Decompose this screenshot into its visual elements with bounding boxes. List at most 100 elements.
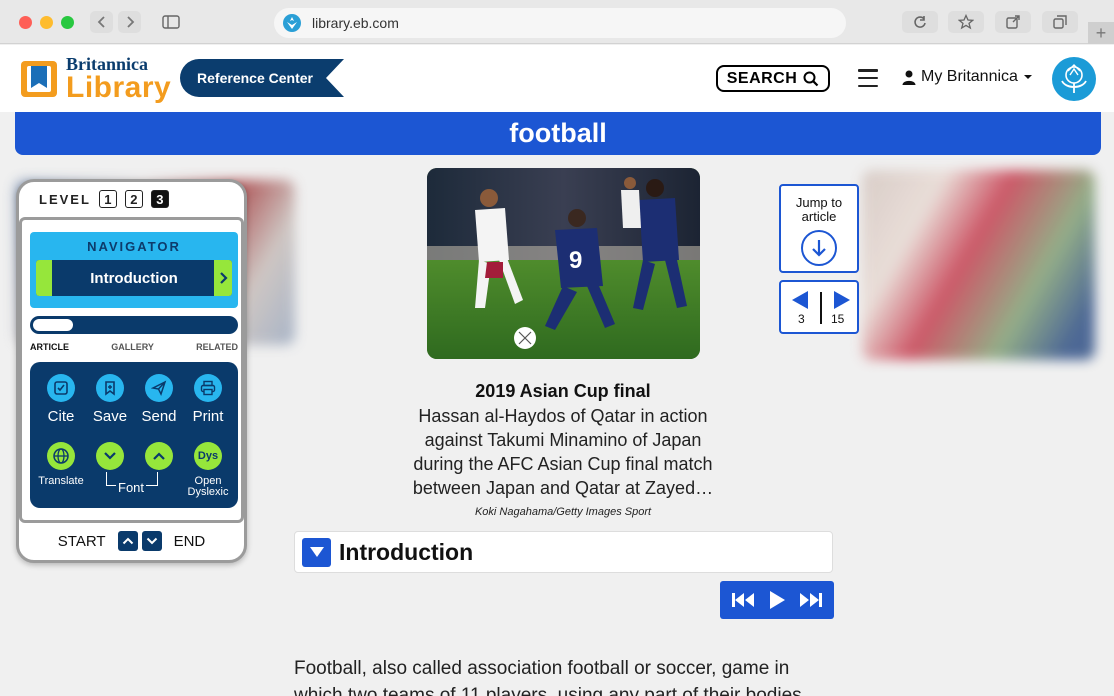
sidebar-toggle-button[interactable] [154,11,188,33]
close-window-button[interactable] [19,16,32,29]
bookmark-button[interactable] [948,11,984,33]
section-navigator: NAVIGATOR Introduction [30,232,238,308]
blurred-next-image[interactable] [862,170,1095,360]
jump-label-line2: article [801,209,837,224]
printer-icon [194,374,222,402]
football-match-photo: 9 [427,168,700,359]
reading-progress-bar [30,316,238,334]
minimize-window-button[interactable] [40,16,53,29]
jump-to-article-button[interactable]: Jump to article [779,184,859,273]
level-selector: LEVEL 1 2 3 [39,190,169,208]
jump-label: Jump to article [781,196,857,224]
chevron-left-icon [97,16,105,28]
share-button[interactable] [995,11,1031,33]
globe-icon [47,442,75,470]
britannica-library-logo[interactable]: Britannica Library [18,55,171,103]
image-caption-body: Hassan al-Haydos of Qatar in action agai… [412,406,714,498]
save-button[interactable]: Save [84,374,136,425]
translate-label: Translate [38,475,84,487]
play-button[interactable] [763,586,791,614]
article-body-text: Football, also called association footba… [294,658,802,696]
tabs-icon [1053,15,1067,29]
image-pager: 3 15 [779,280,859,334]
cite-button[interactable]: Cite [35,374,87,425]
save-label: Save [92,408,128,425]
menu-bar [858,69,878,72]
thistle-icon [1061,64,1087,93]
translate-button[interactable]: Translate [35,442,87,487]
sidebar-icon [162,15,180,29]
back-button[interactable] [90,11,113,33]
triangle-left-icon [792,291,808,309]
britannica-thistle-logo[interactable] [1052,57,1096,101]
reading-navigator-panel: LEVEL 1 2 3 NAVIGATOR Introduction ARTIC… [16,179,247,563]
image-credit: Koki Nagahama/Getty Images Sport [474,506,652,518]
reload-button[interactable] [902,11,938,33]
tabs-overview-button[interactable] [1042,11,1078,33]
chevron-right-icon [126,16,134,28]
menu-bar [858,84,878,87]
font-increase-button[interactable] [133,442,185,470]
search-button[interactable]: SEARCH [716,65,830,92]
dyslexic-icon-text: Dys [197,450,219,462]
print-button[interactable]: Print [182,374,234,425]
skip-forward-button[interactable] [797,586,825,614]
go-to-end-button[interactable] [141,531,162,551]
jump-label-line1: Jump to [795,195,843,210]
maximize-window-button[interactable] [61,16,74,29]
total-images-number: 15 [831,312,845,326]
chevron-down-icon [96,442,124,470]
current-section-label: Introduction [90,269,178,287]
level-3-button[interactable]: 3 [150,190,169,208]
arrow-down-icon [801,230,837,266]
font-label: Font [116,480,147,495]
section-title: Introduction [339,538,474,565]
article-tools: Cite Save Send Print Translate Font Dys … [30,362,238,508]
next-section-button[interactable] [214,260,232,296]
navigator-inner: NAVIGATOR Introduction ARTICLE GALLERY R… [19,217,244,523]
search-icon [803,71,819,86]
previous-section-button[interactable] [36,260,52,296]
chevron-up-icon [145,442,173,470]
tab-gallery[interactable]: GALLERY [111,342,154,352]
cite-icon [47,374,75,402]
address-bar[interactable]: library.eb.com [274,8,846,38]
font-decrease-button[interactable] [84,442,136,470]
skip-forward-icon [800,593,822,607]
tab-related[interactable]: RELATED [196,342,238,352]
new-tab-button[interactable]: + [1088,22,1114,44]
logo-wordmark: Britannica Library [66,55,171,103]
article-hero-image[interactable]: 9 [427,168,700,359]
my-britannica-label: My Britannica [921,68,1018,85]
collapse-section-button[interactable] [302,537,331,567]
share-icon [1006,15,1020,29]
bookmark-icon [96,374,124,402]
paper-plane-icon [145,374,173,402]
open-dyslexic-button[interactable]: Dys Open Dyslexic [182,442,234,498]
reload-icon [914,16,926,28]
navigator-tabs: ARTICLE GALLERY RELATED [30,342,238,352]
logo-bottom-text: Library [66,71,172,104]
tab-article[interactable]: ARTICLE [30,342,69,352]
reference-center-badge[interactable]: Reference Center [180,59,344,97]
pager-divider [820,292,822,324]
forward-button[interactable] [118,11,141,33]
reading-progress-fill [33,319,74,331]
section-header[interactable]: Introduction [294,531,833,573]
level-1-button[interactable]: 1 [98,190,117,208]
audio-player [720,581,834,619]
user-icon [902,70,916,85]
reference-center-label: Reference Center [197,70,313,86]
end-label: END [173,532,206,550]
britannica-favicon-icon [283,14,301,32]
go-to-start-button[interactable] [117,531,138,551]
navigator-label: NAVIGATOR [87,239,181,254]
send-label: Send [141,408,177,425]
my-britannica-menu[interactable]: My Britannica [902,68,1033,86]
current-image-number: 3 [798,312,805,326]
level-2-button[interactable]: 2 [124,190,143,208]
menu-button[interactable] [858,69,878,87]
skip-back-button[interactable] [729,586,757,614]
triangle-right-icon [834,291,850,309]
send-button[interactable]: Send [133,374,185,425]
